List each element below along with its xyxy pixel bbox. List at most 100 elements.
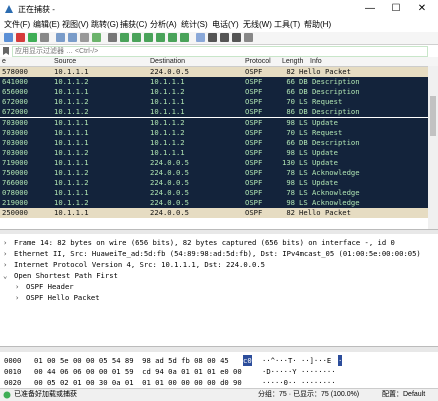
detail-tree-item[interactable]: › OSPF Header — [0, 281, 430, 292]
start-capture-icon[interactable] — [4, 33, 13, 42]
capture-options-icon[interactable] — [40, 33, 49, 42]
hex-byte-highlight[interactable]: c0 — [243, 355, 252, 366]
column-header-info[interactable]: Info — [310, 57, 322, 66]
expand-arrow-icon[interactable]: › — [3, 248, 7, 259]
colorize-icon[interactable] — [196, 33, 205, 42]
column-header-time[interactable]: e — [2, 57, 6, 66]
hex-bytes[interactable]: 01 00 5e 00 00 05 54 89 98 ad 5d fb 08 0… — [34, 355, 229, 366]
menu-telephony[interactable]: 电话(Y) — [212, 18, 239, 32]
menu-tools[interactable]: 工具(T) — [274, 18, 300, 32]
resize-columns-icon[interactable] — [244, 33, 253, 42]
detail-tree-item[interactable]: › Ethernet II, Src: HuaweiTe_ad:5d:fb (54… — [0, 248, 430, 259]
bookmark-icon[interactable] — [2, 47, 10, 55]
packet-cell-info: LS Update — [299, 157, 338, 167]
detail-tree-item[interactable]: ⌄ Open Shortest Path First — [0, 270, 430, 281]
expand-arrow-icon[interactable]: › — [15, 281, 19, 292]
last-packet-icon[interactable] — [168, 33, 177, 42]
packet-row[interactable]: 656000 10.1.1.1 10.1.1.2 OSPF 66 DB Descripti… — [0, 87, 428, 98]
menu-file[interactable]: 文件(F) — [4, 18, 30, 32]
packet-list-scrollbar[interactable] — [428, 66, 438, 229]
packet-row[interactable]: 672000 10.1.1.2 10.1.1.1 OSPF 70 LS Request — [0, 97, 428, 108]
hex-offset[interactable]: 0010 — [4, 366, 21, 377]
column-header-length[interactable]: Length — [282, 57, 303, 66]
minimize-button[interactable]: — — [358, 2, 382, 16]
menu-wireless[interactable]: 无线(W) — [243, 18, 272, 32]
packet-row[interactable]: 078000 10.1.1.1 224.0.0.5 OSPF 78 LS Acknowle… — [0, 188, 428, 199]
menu-help[interactable]: 帮助(H) — [304, 18, 331, 32]
normal-size-icon[interactable] — [232, 33, 241, 42]
autoscroll-icon[interactable] — [180, 33, 189, 42]
menu-go[interactable]: 跳转(G) — [91, 18, 119, 32]
column-header-source[interactable]: Source — [54, 57, 76, 66]
ascii-bytes[interactable]: ·····0·· ········ — [262, 377, 336, 388]
menu-capture[interactable]: 捕获(C) — [120, 18, 147, 32]
packet-row[interactable]: 703000 10.1.1.1 10.1.1.2 OSPF 70 LS Request — [0, 127, 428, 138]
packet-row[interactable]: 703000 10.1.1.1 10.1.1.2 OSPF 66 DB Descripti… — [0, 137, 428, 148]
hex-bytes[interactable]: 00 05 02 01 00 30 0a 01 01 01 00 00 00 0… — [34, 377, 242, 388]
packet-row[interactable]: 219000 10.1.1.2 224.0.0.5 OSPF 98 LS Acknowle… — [0, 198, 428, 209]
column-header-destination[interactable]: Destination — [150, 57, 185, 66]
close-file-icon[interactable] — [80, 33, 89, 42]
packet-cell-dst: 224.0.0.5 — [150, 198, 189, 208]
packet-cell-dst: 10.1.1.2 — [150, 117, 185, 127]
stop-capture-icon[interactable] — [16, 33, 25, 42]
ascii-byte-highlight[interactable]: · — [338, 355, 343, 366]
profile-selector[interactable]: 配置：Default — [382, 389, 425, 401]
find-packet-icon[interactable] — [108, 33, 117, 42]
packet-row[interactable]: 703000 10.1.1.1 10.1.1.2 OSPF 98 LS Update — [0, 117, 428, 128]
packet-row[interactable]: 703000 10.1.1.2 10.1.1.1 OSPF 98 LS Update — [0, 147, 428, 158]
close-button[interactable]: ✕ — [410, 2, 434, 16]
save-file-icon[interactable] — [68, 33, 77, 42]
ascii-bytes[interactable]: ··^···T· ··]···E — [262, 355, 331, 366]
hex-bytes[interactable]: 00 44 06 06 00 00 01 59 cd 94 0a 01 01 0… — [34, 366, 242, 377]
detail-tree-item[interactable]: › Frame 14: 82 bytes on wire (656 bits), … — [0, 237, 430, 248]
maximize-button[interactable]: ☐ — [384, 2, 408, 16]
detail-tree-item[interactable]: › OSPF Hello Packet — [0, 292, 430, 303]
packet-cell-info: DB Description — [299, 87, 360, 97]
packet-cell-len: 70 — [286, 97, 295, 107]
menu-analyze[interactable]: 分析(A) — [150, 18, 177, 32]
packet-cell-src: 10.1.1.1 — [54, 208, 89, 218]
hex-dump-line: 0020 00 05 02 01 00 30 0a 01 01 01 00 00 … — [0, 377, 438, 388]
expert-info-icon[interactable] — [3, 391, 11, 399]
scrollbar-thumb[interactable] — [430, 96, 436, 136]
menu-statistics[interactable]: 统计(S) — [181, 18, 208, 32]
packet-row[interactable]: 672000 10.1.1.2 10.1.1.1 OSPF 86 DB Descripti… — [0, 107, 428, 118]
expand-arrow-icon[interactable]: › — [3, 237, 7, 248]
collapse-arrow-icon[interactable]: ⌄ — [3, 270, 7, 281]
packet-row[interactable]: 250000 10.1.1.1 224.0.0.5 OSPF 82 Hello Packe… — [0, 208, 428, 219]
title-bar: 正在捕获 - — ☐ ✕ — [0, 0, 438, 18]
menu-edit[interactable]: 编辑(E) — [33, 18, 60, 32]
column-header-protocol[interactable]: Protocol — [245, 57, 271, 66]
packet-row[interactable]: 719000 10.1.1.1 224.0.0.5 OSPF 130 LS Update — [0, 157, 428, 168]
reload-icon[interactable] — [92, 33, 101, 42]
zoom-out-icon[interactable] — [220, 33, 229, 42]
packet-cell-len: 70 — [286, 127, 295, 137]
menu-bar: 文件(F) 编辑(E) 视图(V) 跳转(G) 捕获(C) 分析(A) 统计(S… — [0, 18, 438, 32]
packet-cell-proto: OSPF — [245, 77, 263, 87]
packet-cell-info: Hello Packet — [299, 67, 351, 76]
menu-view[interactable]: 视图(V) — [62, 18, 89, 32]
go-to-packet-icon[interactable] — [144, 33, 153, 42]
packet-cell-time: 672000 — [2, 107, 28, 117]
go-back-icon[interactable] — [120, 33, 129, 42]
hex-offset[interactable]: 0020 — [4, 377, 21, 388]
packet-row[interactable]: 766000 10.1.1.2 224.0.0.5 OSPF 98 LS Update — [0, 178, 428, 189]
packet-row[interactable]: 641000 10.1.1.2 10.1.1.1 OSPF 66 DB Descripti… — [0, 77, 428, 88]
display-filter-input[interactable] — [12, 46, 428, 57]
restart-capture-icon[interactable] — [28, 33, 37, 42]
packet-row[interactable]: 578000 10.1.1.1 224.0.0.5 OSPF 82 Hello Packe… — [0, 67, 428, 78]
detail-tree-label: Ethernet II, Src: HuaweiTe_ad:5d:fb (54:… — [14, 249, 421, 258]
go-forward-icon[interactable] — [132, 33, 141, 42]
packet-cell-time: 078000 — [2, 188, 28, 198]
hex-offset[interactable]: 0000 — [4, 355, 21, 366]
zoom-in-icon[interactable] — [208, 33, 217, 42]
ascii-bytes[interactable]: ·D·····Y ········ — [262, 366, 336, 377]
status-message: 已准备好加载或捕获 — [14, 391, 77, 398]
first-packet-icon[interactable] — [156, 33, 165, 42]
open-file-icon[interactable] — [56, 33, 65, 42]
packet-row[interactable]: 750000 10.1.1.2 224.0.0.5 OSPF 78 LS Acknowle… — [0, 168, 428, 179]
expand-arrow-icon[interactable]: › — [15, 292, 19, 303]
expand-arrow-icon[interactable]: › — [3, 259, 7, 270]
detail-tree-item[interactable]: › Internet Protocol Version 4, Src: 10.1.… — [0, 259, 430, 270]
